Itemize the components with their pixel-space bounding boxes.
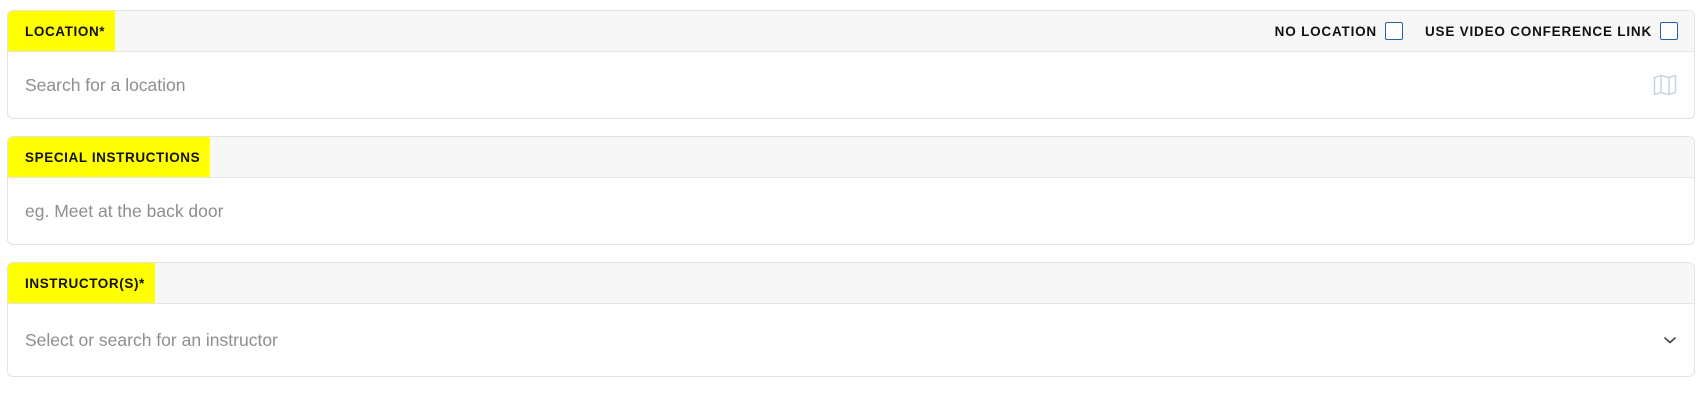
instructors-body[interactable] [8,304,1694,376]
location-label: LOCATION* [8,11,116,51]
no-location-checkbox[interactable] [1384,22,1403,40]
location-card: LOCATION* NO LOCATION USE VIDEO CONFEREN… [7,10,1695,119]
special-instructions-label: SPECIAL INSTRUCTIONS [8,137,211,177]
form: LOCATION* NO LOCATION USE VIDEO CONFEREN… [0,0,1702,377]
instructors-header: INSTRUCTOR(S)* [8,263,1694,304]
special-instructions-header: SPECIAL INSTRUCTIONS [8,137,1694,178]
location-options: NO LOCATION USE VIDEO CONFERENCE LINK [1275,11,1694,51]
video-conference-checkbox[interactable] [1660,22,1678,40]
special-instructions-body [8,178,1694,244]
map-icon[interactable] [1653,74,1677,96]
instructor-select-input[interactable] [25,329,1663,351]
video-conference-option[interactable]: USE VIDEO CONFERENCE LINK [1425,22,1678,40]
special-instructions-input[interactable] [25,200,1677,222]
video-conference-label: USE VIDEO CONFERENCE LINK [1424,23,1652,39]
instructors-label: INSTRUCTOR(S)* [8,263,155,303]
location-header: LOCATION* NO LOCATION USE VIDEO CONFEREN… [8,11,1694,52]
special-instructions-card: SPECIAL INSTRUCTIONS [7,136,1695,245]
no-location-option[interactable]: NO LOCATION [1275,22,1403,40]
location-body [8,52,1694,118]
location-search-input[interactable] [25,74,1653,96]
chevron-down-icon[interactable] [1663,335,1677,345]
instructors-card: INSTRUCTOR(S)* [7,262,1695,377]
no-location-label: NO LOCATION [1274,23,1377,39]
